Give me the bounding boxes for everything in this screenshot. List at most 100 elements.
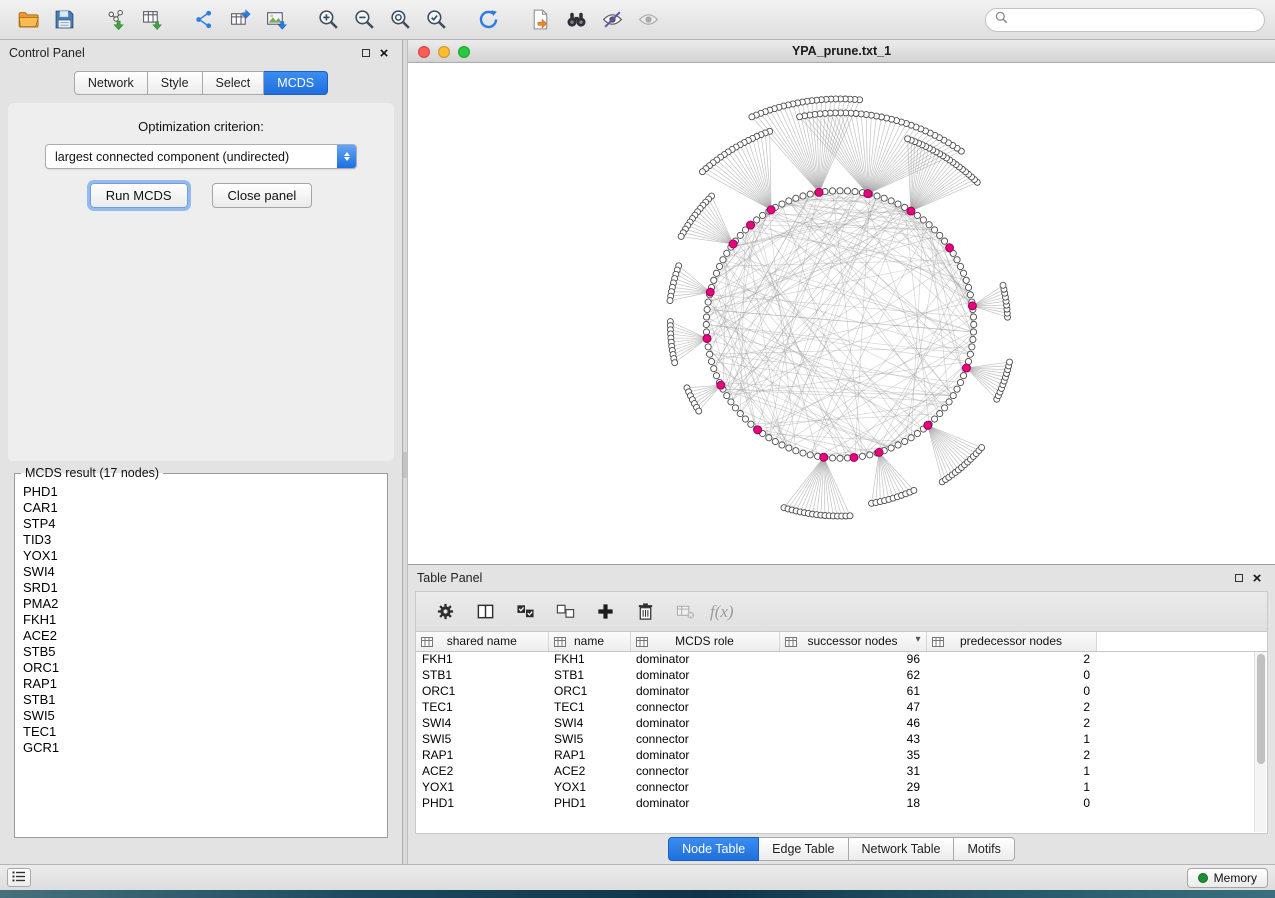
table-row[interactable]: RAP1RAP1dominator352 [416, 747, 1268, 763]
cell: dominator [630, 667, 779, 683]
table-panel-close-button[interactable]: × [1248, 569, 1266, 587]
column-header-predecessor-nodes[interactable]: predecessor nodes [926, 632, 1096, 651]
delete-column-button[interactable] [630, 597, 660, 627]
table-row[interactable]: SWI4SWI4dominator462 [416, 715, 1268, 731]
table-row[interactable]: SWI5SWI5connector431 [416, 731, 1268, 747]
find-button[interactable] [558, 4, 594, 36]
zoom-out-button[interactable] [346, 4, 382, 36]
mcds-result-item[interactable]: TEC1 [23, 724, 379, 740]
close-panel-button[interactable]: Close panel [212, 183, 313, 208]
column-header-name[interactable]: name [548, 632, 630, 651]
open-in-browser-button[interactable] [522, 4, 558, 36]
table-row[interactable]: TEC1TEC1connector472 [416, 699, 1268, 715]
mcds-result-item[interactable]: ACE2 [23, 628, 379, 644]
show-columns-button[interactable] [470, 597, 500, 627]
mcds-result-item[interactable]: FKH1 [23, 612, 379, 628]
tab-motifs[interactable]: Motifs [954, 837, 1014, 861]
cell-filler [1096, 683, 1268, 699]
run-mcds-button[interactable]: Run MCDS [90, 183, 188, 208]
mcds-result-item[interactable]: PHD1 [23, 484, 379, 500]
tab-network[interactable]: Network [74, 71, 148, 95]
table-row[interactable]: PHD1PHD1dominator180 [416, 795, 1268, 811]
memory-status-icon [1198, 873, 1208, 883]
mcds-result-item[interactable]: STP4 [23, 516, 379, 532]
export-network-button[interactable] [186, 4, 222, 36]
window-maximize-icon[interactable] [458, 46, 470, 58]
mcds-result-item[interactable]: SRD1 [23, 580, 379, 596]
tab-mcds[interactable]: MCDS [264, 71, 328, 95]
save-session-button[interactable] [46, 4, 82, 36]
tab-edge-table[interactable]: Edge Table [759, 837, 848, 861]
zoom-selected-button[interactable] [418, 4, 454, 36]
table-settings-button[interactable] [430, 597, 460, 627]
table-row[interactable]: YOX1YOX1connector291 [416, 779, 1268, 795]
window-close-icon[interactable] [418, 46, 430, 58]
search-box[interactable] [985, 8, 1265, 32]
deselect-all-button[interactable] [550, 597, 580, 627]
cell: 2 [926, 747, 1096, 763]
window-minimize-icon[interactable] [438, 46, 450, 58]
control-panel-float-button[interactable] [357, 44, 375, 62]
mcds-result-item[interactable]: GCR1 [23, 740, 379, 756]
cell: dominator [630, 747, 779, 763]
cell-filler [1096, 699, 1268, 715]
function-builder-button[interactable]: f(x) [710, 597, 734, 627]
zoom-fit-button[interactable] [382, 4, 418, 36]
control-panel-close-button[interactable]: × [375, 44, 393, 62]
mcds-result-item[interactable]: YOX1 [23, 548, 379, 564]
zoom-in-button[interactable] [310, 4, 346, 36]
cell: 0 [926, 683, 1096, 699]
cell: 1 [926, 779, 1096, 795]
mcds-result-item[interactable]: ORC1 [23, 660, 379, 676]
table-scrollbar[interactable] [1254, 652, 1266, 832]
mcds-result-item[interactable]: RAP1 [23, 676, 379, 692]
tab-select[interactable]: Select [203, 71, 265, 95]
table-row[interactable]: ACE2ACE2connector311 [416, 763, 1268, 779]
scrollbar-thumb[interactable] [1257, 654, 1265, 764]
table-row[interactable]: FKH1FKH1dominator962 [416, 651, 1268, 667]
mcds-result-item[interactable]: TID3 [23, 532, 379, 548]
export-table-button[interactable] [222, 4, 258, 36]
table-header-row: shared namenameMCDS rolesuccessor nodes▾… [416, 632, 1268, 651]
network-graph[interactable] [408, 63, 1275, 564]
sort-chevron-down-icon[interactable]: ▾ [915, 634, 920, 645]
cell: dominator [630, 715, 779, 731]
open-file-button[interactable] [10, 4, 46, 36]
column-header-successor-nodes[interactable]: successor nodes▾ [779, 632, 926, 651]
refresh-icon [477, 8, 500, 31]
plus-icon [596, 602, 615, 621]
tab-style[interactable]: Style [148, 71, 203, 95]
network-canvas[interactable] [408, 63, 1275, 564]
mcds-result-item[interactable]: SWI4 [23, 564, 379, 580]
tab-network-table[interactable]: Network Table [849, 837, 955, 861]
add-column-button[interactable] [590, 597, 620, 627]
column-header-shared-name[interactable]: shared name [416, 632, 548, 651]
table-row[interactable]: STB1STB1dominator620 [416, 667, 1268, 683]
cell: 43 [779, 731, 926, 747]
export-image-button[interactable] [258, 4, 294, 36]
application-window: Control Panel × NetworkStyleSelectMCDS O… [0, 0, 1275, 890]
table-panel-float-button[interactable] [1230, 569, 1248, 587]
select-all-button[interactable] [510, 597, 540, 627]
show-graphics-details-button[interactable] [630, 4, 666, 36]
mcds-result-item[interactable]: STB5 [23, 644, 379, 660]
tab-node-table[interactable]: Node Table [668, 837, 759, 861]
memory-button[interactable]: Memory [1187, 868, 1268, 888]
mcds-result-item[interactable]: PMA2 [23, 596, 379, 612]
search-input[interactable] [1014, 12, 1255, 28]
hide-graphics-details-button[interactable] [594, 4, 630, 36]
refresh-button[interactable] [470, 4, 506, 36]
optimization-criterion-select[interactable]: largest connected component (undirected) [45, 144, 357, 169]
mcds-tab-content: Optimization criterion: largest connecte… [8, 103, 394, 461]
task-history-button[interactable] [7, 868, 31, 887]
dropdown-stepper-icon [337, 145, 356, 168]
mcds-result-item[interactable]: SWI5 [23, 708, 379, 724]
clear-table-button[interactable] [670, 597, 700, 627]
table-panel-tabs: Node TableEdge TableNetwork TableMotifs [668, 837, 1015, 861]
import-table-button[interactable] [134, 4, 170, 36]
column-header-MCDS-role[interactable]: MCDS role [630, 632, 779, 651]
mcds-result-item[interactable]: CAR1 [23, 500, 379, 516]
mcds-result-item[interactable]: STB1 [23, 692, 379, 708]
import-network-button[interactable] [98, 4, 134, 36]
table-row[interactable]: ORC1ORC1dominator610 [416, 683, 1268, 699]
